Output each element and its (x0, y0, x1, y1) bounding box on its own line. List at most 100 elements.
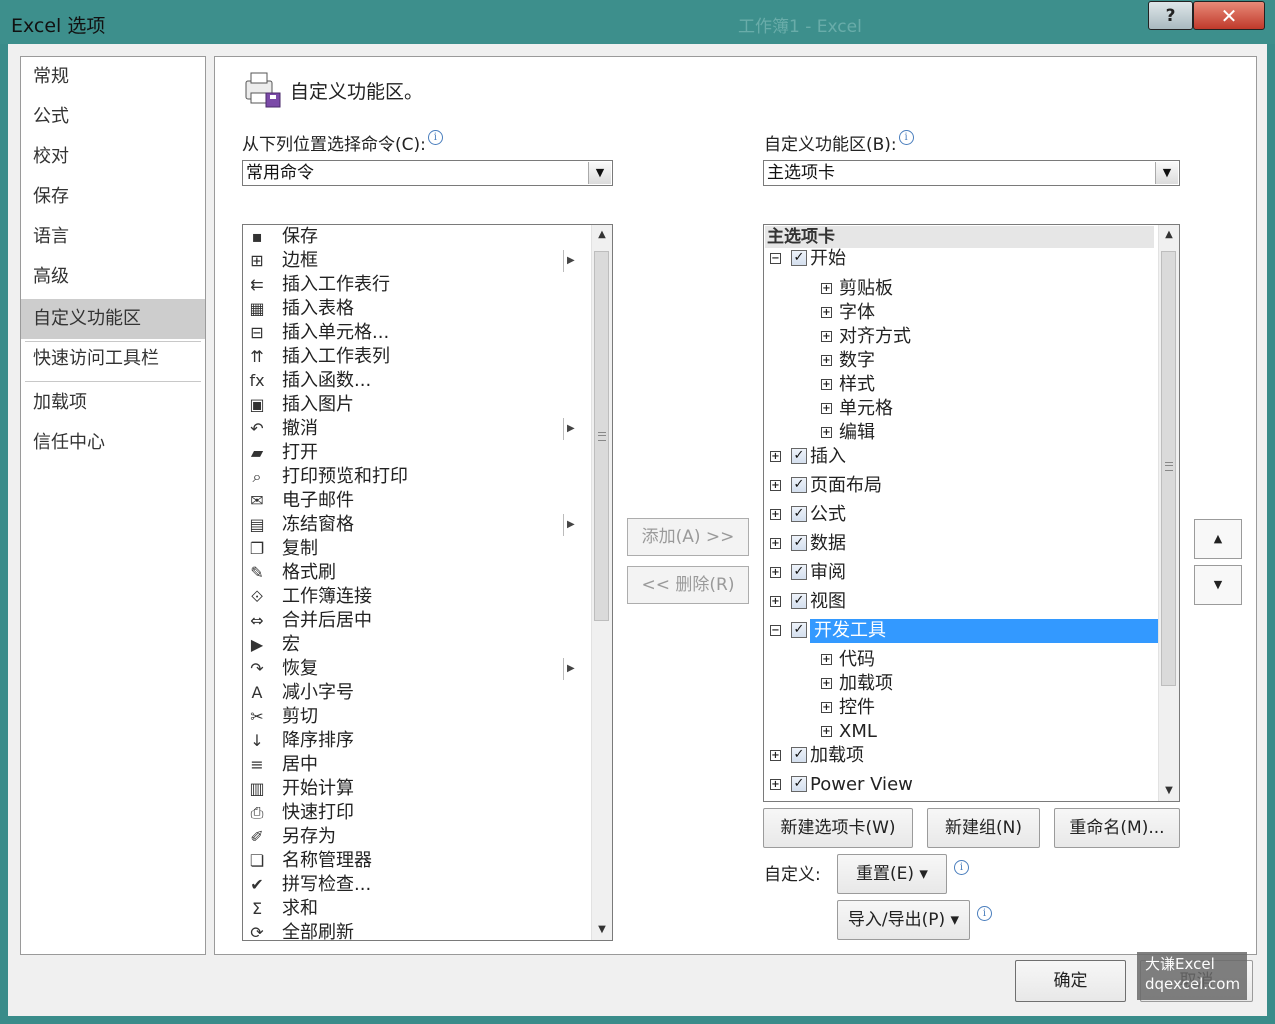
scroll-thumb[interactable] (594, 251, 609, 621)
command-list-item[interactable]: ❐ 复制 (243, 537, 589, 561)
command-list-item[interactable]: ✔ 拼写检查... (243, 873, 589, 897)
tab-checkbox[interactable]: ✓ (791, 250, 807, 266)
ribbon-group-node[interactable]: + 数字 (764, 349, 1154, 375)
command-list-item[interactable]: ▣ 插入图片 (243, 393, 589, 417)
move-up-button[interactable]: ▲ (1194, 519, 1242, 559)
expand-icon[interactable]: + (770, 596, 781, 607)
command-list-item[interactable]: ⟳ 全部刷新 (243, 921, 589, 940)
expand-icon[interactable]: + (821, 726, 832, 737)
customize-ribbon-dropdown[interactable]: 主选项卡 ▼ (763, 160, 1180, 186)
new-tab-button[interactable]: 新建选项卡(W) (763, 808, 913, 848)
commands-from-dropdown[interactable]: 常用命令 ▼ (242, 160, 613, 186)
nav-item-2[interactable]: 校对 (21, 137, 205, 177)
collapse-icon[interactable]: − (770, 253, 781, 264)
commands-list[interactable]: ▪ 保存 ⊞ 边框 ▶ ⇇ 插入工作表行 ▦ 插入表格 ⊟ 插入单元格... ⇈ 插入工作表列 fx 插入函… (242, 224, 613, 941)
ribbon-group-node[interactable]: + 代码 (764, 648, 1154, 674)
expand-icon[interactable]: + (770, 451, 781, 462)
add-button[interactable]: 添加(A) >> (627, 518, 749, 556)
ribbon-group-node[interactable]: + XML (764, 720, 1154, 746)
collapse-icon[interactable]: − (770, 625, 781, 636)
ribbon-group-node[interactable]: + 剪贴板 (764, 277, 1154, 303)
ribbon-tab-node[interactable]: + ✓ 公式 (764, 503, 1154, 529)
command-list-item[interactable]: ⊞ 边框 ▶ (243, 249, 589, 273)
import-export-dropdown-button[interactable]: 导入/导出(P) ▾ (837, 900, 970, 940)
nav-item-3[interactable]: 保存 (21, 177, 205, 217)
expand-icon[interactable]: + (821, 379, 832, 390)
command-list-item[interactable]: ⎙ 快速打印 (243, 801, 589, 825)
ribbon-tab-node[interactable]: + ✓ 插入 (764, 445, 1154, 471)
ribbon-tabs-tree[interactable]: 主选项卡 − ✓ 开始 + 剪贴板 + 字体 + 对齐方式 + 数字 + 样式 + 单元格 + 编辑 + ✓ 插入 + ✓… (763, 224, 1180, 802)
expand-icon[interactable]: + (821, 702, 832, 713)
tab-checkbox[interactable]: ✓ (791, 564, 807, 580)
ribbon-tab-node[interactable]: + ✓ 加载项 (764, 744, 1154, 770)
scroll-down-arrow-icon[interactable]: ▼ (592, 920, 612, 940)
expand-icon[interactable]: + (821, 654, 832, 665)
new-group-button[interactable]: 新建组(N) (927, 808, 1040, 848)
expand-icon[interactable]: + (770, 509, 781, 520)
scroll-down-arrow-icon[interactable]: ▼ (1159, 781, 1179, 801)
expand-icon[interactable]: + (821, 307, 832, 318)
nav-item-1[interactable]: 公式 (21, 97, 205, 137)
expand-icon[interactable]: + (821, 331, 832, 342)
chevron-down-icon[interactable]: ▼ (1155, 162, 1178, 184)
command-list-item[interactable]: A 减小字号 (243, 681, 589, 705)
command-list-item[interactable]: ✂ 剪切 (243, 705, 589, 729)
move-down-button[interactable]: ▼ (1194, 565, 1242, 605)
command-list-item[interactable]: ▦ 插入表格 (243, 297, 589, 321)
commands-list-scrollbar[interactable]: ▲ ▼ (591, 225, 612, 940)
expand-icon[interactable]: + (770, 779, 781, 790)
ribbon-tab-node[interactable]: − ✓ 开发工具 (764, 619, 1167, 645)
ribbon-tab-node[interactable]: + ✓ 页面布局 (764, 474, 1154, 500)
command-list-item[interactable]: ❏ 名称管理器 (243, 849, 589, 873)
ribbon-tab-node[interactable]: + ✓ 视图 (764, 590, 1154, 616)
tab-checkbox[interactable]: ✓ (791, 535, 807, 551)
tree-scrollbar[interactable]: ▲ ▼ (1158, 225, 1179, 801)
ribbon-tab-node[interactable]: − ✓ 开始 (764, 247, 1154, 273)
command-list-item[interactable]: ↓ 降序排序 (243, 729, 589, 753)
expand-icon[interactable]: + (770, 750, 781, 761)
tab-checkbox[interactable]: ✓ (791, 776, 807, 792)
nav-item-8[interactable]: 加载项 (21, 383, 205, 423)
ribbon-group-node[interactable]: + 对齐方式 (764, 325, 1154, 351)
expand-icon[interactable]: + (821, 283, 832, 294)
ribbon-group-node[interactable]: + 样式 (764, 373, 1154, 399)
ribbon-group-node[interactable]: + 编辑 (764, 421, 1154, 447)
expand-icon[interactable]: + (821, 403, 832, 414)
nav-item-7[interactable]: 快速访问工具栏 (21, 339, 205, 379)
command-list-item[interactable]: ⌕ 打印预览和打印 (243, 465, 589, 489)
expand-icon[interactable]: + (821, 427, 832, 438)
command-list-item[interactable]: ⇔ 合并后居中 (243, 609, 589, 633)
ribbon-tab-node[interactable]: + ✓ 审阅 (764, 561, 1154, 587)
nav-item-9[interactable]: 信任中心 (21, 423, 205, 463)
tab-checkbox[interactable]: ✓ (791, 622, 807, 638)
expand-icon[interactable]: + (770, 567, 781, 578)
command-list-item[interactable]: ▥ 开始计算 (243, 777, 589, 801)
help-button[interactable]: ? (1148, 1, 1193, 30)
command-list-item[interactable]: ✐ 另存为 (243, 825, 589, 849)
command-list-item[interactable]: ▪ 保存 (243, 225, 589, 249)
expand-icon[interactable]: + (770, 538, 781, 549)
tab-checkbox[interactable]: ✓ (791, 477, 807, 493)
tab-checkbox[interactable]: ✓ (791, 448, 807, 464)
command-list-item[interactable]: fx 插入函数... (243, 369, 589, 393)
rename-button[interactable]: 重命名(M)... (1054, 808, 1180, 848)
expand-icon[interactable]: + (770, 480, 781, 491)
tab-checkbox[interactable]: ✓ (791, 506, 807, 522)
command-list-item[interactable]: ↷ 恢复 ▶ (243, 657, 589, 681)
ribbon-group-node[interactable]: + 单元格 (764, 397, 1154, 423)
nav-item-4[interactable]: 语言 (21, 217, 205, 257)
ribbon-tab-node[interactable]: + ✓ Power View (764, 773, 1154, 799)
command-list-item[interactable]: ✎ 格式刷 (243, 561, 589, 585)
close-button[interactable]: ✕ (1193, 1, 1265, 30)
nav-item-5[interactable]: 高级 (21, 257, 205, 297)
expand-icon[interactable]: + (821, 678, 832, 689)
command-list-item[interactable]: ▤ 冻结窗格 ▶ (243, 513, 589, 537)
command-list-item[interactable]: ⊟ 插入单元格... (243, 321, 589, 345)
ribbon-group-node[interactable]: + 字体 (764, 301, 1154, 327)
reset-dropdown-button[interactable]: 重置(E) ▾ (837, 854, 947, 894)
command-list-item[interactable]: ⟐ 工作簿连接 (243, 585, 589, 609)
scroll-up-arrow-icon[interactable]: ▲ (1159, 225, 1179, 245)
command-list-item[interactable]: ⇇ 插入工作表行 (243, 273, 589, 297)
ribbon-tab-node[interactable]: + ✓ 数据 (764, 532, 1154, 558)
command-list-item[interactable]: ≡ 居中 (243, 753, 589, 777)
